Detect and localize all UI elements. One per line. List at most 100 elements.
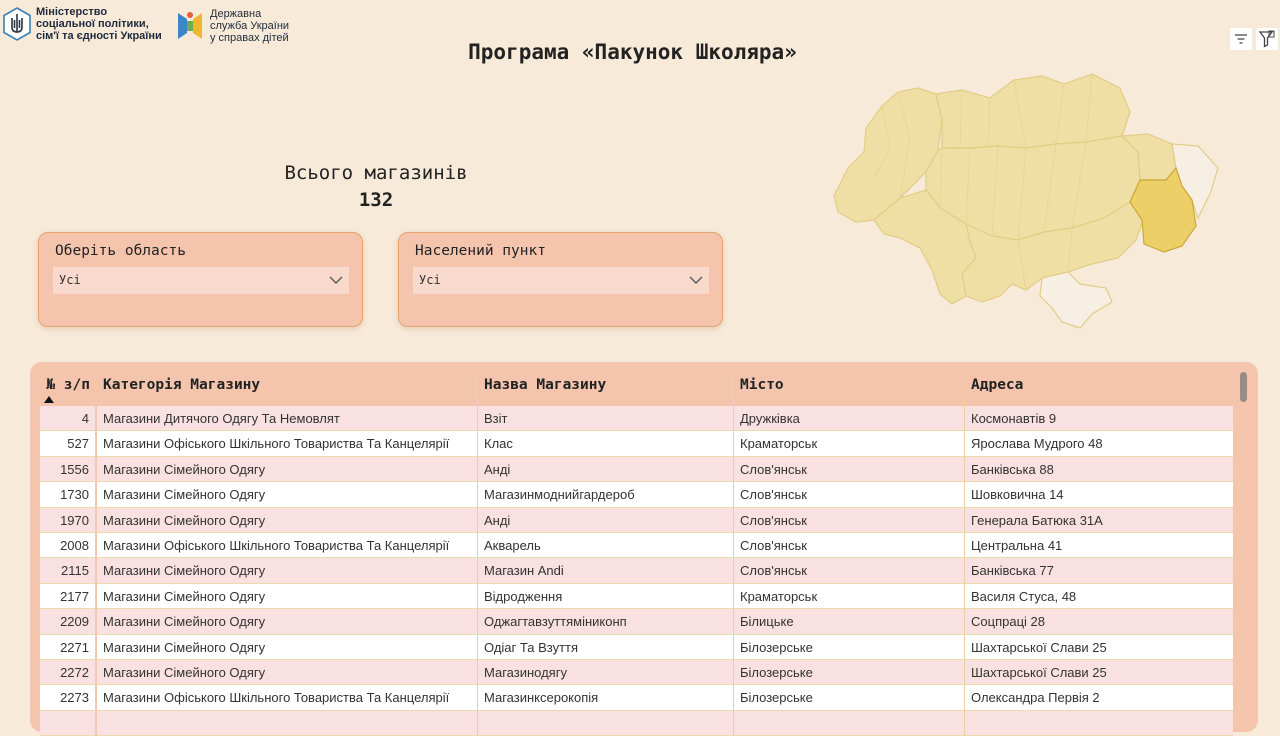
cell-store-name: Одіаг Та Взуття	[477, 634, 733, 659]
cell-number	[40, 710, 96, 736]
cell-number: 1970	[40, 507, 96, 532]
col-header-address[interactable]: Адреса	[964, 370, 1233, 406]
cell-number: 1556	[40, 456, 96, 482]
settlement-slicer: Населений пункт Усі	[398, 232, 723, 327]
cell-store-name: Магазинмоднийгардероб	[477, 482, 733, 507]
cell-number: 2209	[40, 609, 96, 634]
col-header-category[interactable]: Категорія Магазину	[96, 370, 477, 406]
table-row[interactable]: 1730 Магазини Сімейного Одягу Магазинмодни…	[40, 482, 1233, 508]
total-stores-value: 132	[358, 189, 394, 211]
ukraine-emblem-icon	[3, 7, 31, 41]
table-row[interactable]: 2273 Магазини Офіського Шкільного Товарис…	[40, 685, 1233, 711]
cell-store-name: Магазин Andi	[477, 558, 733, 583]
cell-number: 2115	[40, 558, 96, 583]
filter-pane-icon	[1259, 30, 1275, 48]
cell-category: Магазини Офіського Шкільного Товариства …	[96, 532, 477, 558]
filter-button[interactable]	[1230, 28, 1252, 50]
cell-city: Слов'янськ	[733, 482, 964, 507]
table-row[interactable]: 2115 Магазини Сімейного Одягу Магазин Andi…	[40, 558, 1233, 584]
cell-store-name	[477, 710, 733, 736]
cell-number: 527	[40, 431, 96, 456]
stores-table-card: № з/п Категорія Магазину Назва Магазину …	[30, 362, 1258, 736]
cell-store-name: Магазинодягу	[477, 659, 733, 685]
table-row[interactable]: 2271 Магазини Сімейного Одягу Одіаг Та Взу…	[40, 634, 1233, 660]
cell-category: Магазини Офіського Шкільного Товариства …	[96, 685, 477, 710]
children-service-logo: Державна служба України у справах дітей	[175, 8, 289, 44]
table-header: № з/п Категорія Магазину Назва Магазину …	[40, 370, 1233, 406]
service-name-line2: служба України	[210, 20, 290, 32]
table-row[interactable]: 2177 Магазини Сімейного Одягу Відродження К…	[40, 583, 1233, 610]
region-slicer-label: Оберіть область	[55, 243, 186, 259]
ukraine-map[interactable]	[830, 68, 1222, 332]
cell-address: Банківська 88	[964, 456, 1233, 482]
cell-city: Білозерське	[733, 685, 964, 710]
cell-category: Магазини Сімейного Одягу	[96, 634, 477, 659]
chevron-down-icon	[329, 276, 343, 284]
table-row[interactable]: 2272 Магазини Сімейного Одягу Магазинодягу…	[40, 659, 1233, 686]
cell-address: Космонавтів 9	[964, 406, 1233, 431]
cell-city: Краматорськ	[733, 583, 964, 609]
cell-address: Шахтарської Слави 25	[964, 659, 1233, 685]
cell-city: Слов'янськ	[733, 558, 964, 583]
table-row[interactable]: 4 Магазини Дитячого Одягу Та Немовлят Взіт…	[40, 406, 1233, 432]
table-row[interactable]	[40, 710, 1233, 736]
cell-city: Білозерське	[733, 634, 964, 659]
cell-category: Магазини Дитячого Одягу Та Немовлят	[96, 406, 477, 431]
cell-address	[964, 710, 1233, 736]
settlement-slicer-label: Населений пункт	[415, 243, 546, 259]
cell-category	[96, 710, 477, 736]
col-header-store-name[interactable]: Назва Магазину	[477, 370, 733, 406]
children-service-mark-icon	[178, 12, 202, 39]
col-header-number[interactable]: № з/п	[40, 370, 96, 406]
cell-address: Олександра Первія 2	[964, 685, 1233, 710]
table-row[interactable]: 527 Магазини Офіського Шкільного Товарист…	[40, 431, 1233, 457]
cell-store-name: Клас	[477, 431, 733, 456]
ministry-name-line2: соціальної політики,	[36, 18, 149, 30]
cell-number: 2273	[40, 685, 96, 710]
settlement-dropdown[interactable]: Усі	[413, 267, 709, 294]
cell-address: Василя Стуса, 48	[964, 583, 1233, 609]
ministry-name-line1: Міністерство	[36, 6, 108, 18]
cell-store-name: Анді	[477, 507, 733, 532]
table-row[interactable]: 2008 Магазини Офіського Шкільного Товарис…	[40, 532, 1233, 559]
cell-number: 2272	[40, 659, 96, 685]
region-dropdown[interactable]: Усі	[53, 267, 349, 294]
cell-address: Генерала Батюка 31А	[964, 507, 1233, 532]
cell-city: Краматорськ	[733, 431, 964, 456]
scrollbar-thumb[interactable]	[1240, 372, 1247, 402]
map-region-north[interactable]	[935, 73, 1131, 149]
cell-address: Шахтарської Слави 25	[964, 634, 1233, 659]
table-row[interactable]: 2209 Магазини Сімейного Одягу Оджагтавзутт…	[40, 609, 1233, 635]
cell-address: Ярослава Мудрого 48	[964, 431, 1233, 456]
chevron-down-icon	[689, 276, 703, 284]
page-title: Програма «Пакунок Школяра»	[468, 40, 797, 64]
cell-city	[733, 710, 964, 736]
table-body: 4 Магазини Дитячого Одягу Та Немовлят Взіт…	[40, 406, 1233, 736]
cell-address: Шовковична 14	[964, 482, 1233, 507]
cell-store-name: Відродження	[477, 583, 733, 609]
settlement-dropdown-value: Усі	[419, 273, 441, 287]
filter-icon	[1235, 34, 1247, 44]
cell-category: Магазини Сімейного Одягу	[96, 659, 477, 685]
cell-category: Магазини Сімейного Одягу	[96, 456, 477, 482]
cell-category: Магазини Сімейного Одягу	[96, 482, 477, 507]
table-row[interactable]: 1970 Магазини Сімейного Одягу Анді Слов'янс…	[40, 507, 1233, 533]
cell-city: Білицьке	[733, 609, 964, 634]
table-row[interactable]: 1556 Магазини Сімейного Одягу Анді Слов'янс…	[40, 456, 1233, 483]
ministry-logo: Міністерство соціальної політики, сім'ї …	[2, 6, 162, 42]
region-dropdown-value: Усі	[59, 273, 81, 287]
cell-category: Магазини Сімейного Одягу	[96, 558, 477, 583]
filter-pane-button[interactable]	[1256, 28, 1278, 50]
cell-number: 4	[40, 406, 96, 431]
cell-store-name: Анді	[477, 456, 733, 482]
map-region-crimea[interactable]	[1039, 271, 1113, 329]
cell-city: Слов'янськ	[733, 532, 964, 558]
sort-ascending-icon	[44, 396, 54, 403]
cell-number: 2008	[40, 532, 96, 558]
table-scrollbar[interactable]	[1239, 370, 1248, 730]
cell-category: Магазини Офіського Шкільного Товариства …	[96, 431, 477, 456]
total-stores-label: Всього магазинів	[284, 162, 468, 184]
col-header-city[interactable]: Місто	[733, 370, 964, 406]
cell-address: Соцпраці 28	[964, 609, 1233, 634]
stores-table: № з/п Категорія Магазину Назва Магазину …	[40, 370, 1233, 736]
